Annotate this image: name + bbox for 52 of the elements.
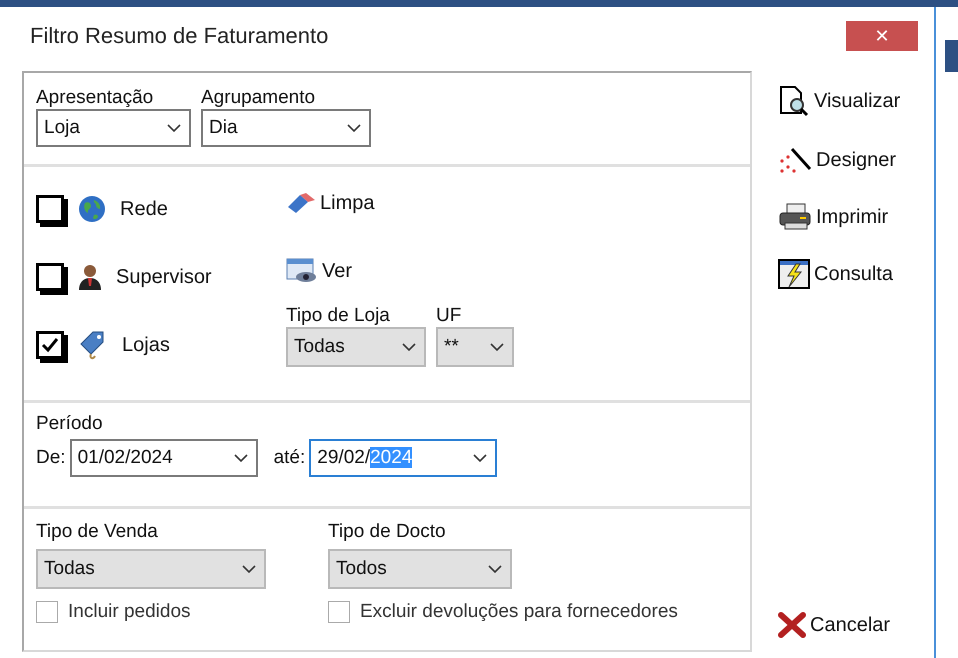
close-icon [778,612,806,638]
printer-icon [778,203,812,231]
tool-button[interactable]: Ver [286,258,352,284]
dropdown[interactable]: Todas [36,549,266,589]
cancel-button[interactable]: Cancelar [778,612,934,638]
checkbox[interactable] [328,601,350,623]
check-icon [41,337,59,353]
chevron-down-icon [234,454,248,462]
field-label: UF [436,305,462,327]
chevron-down-icon [490,342,504,352]
magnifier-document-icon [778,85,810,117]
field-label: De: [36,447,66,469]
dropdown[interactable]: Todas [286,327,426,367]
close-button[interactable]: ✕ [846,21,918,51]
tool-button[interactable]: Limpa [286,192,374,214]
field-label: Apresentação [36,87,154,109]
date-field[interactable]: 01/02/2024 [70,439,258,477]
chevron-down-icon [402,342,416,352]
filter-link[interactable]: Rede [120,198,168,220]
dropdown[interactable]: Todos [328,549,512,589]
globe-icon [78,195,106,223]
section-title: Período [36,413,103,434]
dropdown[interactable]: Dia [201,109,371,147]
chevron-down-icon [242,564,256,574]
action-button[interactable]: Consulta [778,259,934,289]
date-field[interactable]: 29/02/2024 [309,439,498,477]
filter-link[interactable]: Lojas [122,334,170,356]
filter-link[interactable]: Supervisor [116,266,212,288]
dropdown[interactable]: Loja [36,109,191,147]
eraser-icon [286,192,316,214]
action-button[interactable]: Visualizar [778,85,934,117]
person-icon [78,263,102,291]
chevron-down-icon [473,454,488,462]
checkbox[interactable] [36,601,58,623]
chevron-down-icon [347,124,361,132]
action-button[interactable]: Imprimir [778,203,934,231]
field-label: Agrupamento [201,87,316,109]
action-button[interactable]: Designer [778,145,934,175]
background-window-edge [945,40,958,72]
window-title: Filtro Resumo de Faturamento [30,23,328,49]
field-label: Tipo de Loja [286,305,391,327]
field-label: Tipo de Venda [36,521,159,543]
lightning-table-icon [778,259,810,289]
chevron-down-icon [488,564,502,574]
magic-wand-icon [778,145,812,175]
window-eye-icon [286,258,318,284]
dropdown[interactable]: ** [436,327,514,367]
field-label: Tipo de Docto [328,521,447,543]
field-label: até: [274,447,306,469]
checkbox-label: Excluir devoluções para fornecedores [360,601,678,623]
chevron-down-icon [167,124,181,132]
checkbox-label: Incluir pedidos [68,601,191,623]
